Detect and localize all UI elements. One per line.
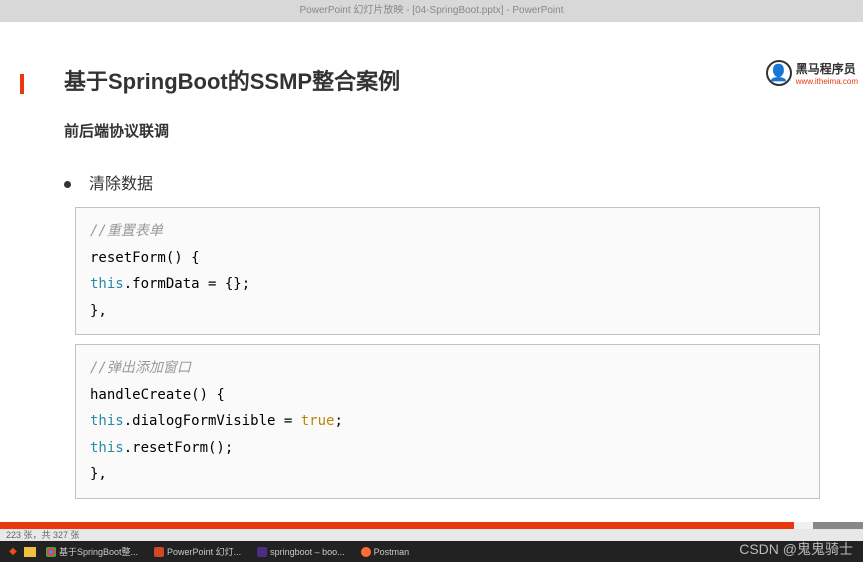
bullet-dot-icon (64, 181, 71, 188)
code-line: this.resetForm(); (90, 435, 805, 462)
scroll-track (813, 522, 863, 529)
logo-icon: 👤 (766, 60, 792, 86)
scroll-thumb[interactable] (0, 522, 794, 529)
progress-scrollbar[interactable] (0, 522, 863, 529)
statusbar: 223 张，共 327 张 (0, 529, 863, 541)
postman-icon (361, 547, 371, 557)
code-block-2: //弹出添加窗口 handleCreate() { this.dialogFor… (75, 344, 820, 499)
taskbar-item-powerpoint[interactable]: PowerPoint 幻灯... (148, 544, 247, 560)
title-accent (20, 74, 24, 94)
logo-url: www.itheima.com (796, 77, 858, 86)
code-line: this.dialogFormVisible = true; (90, 408, 805, 435)
taskbar[interactable]: ◆ 基于SpringBoot整... PowerPoint 幻灯... spri… (0, 541, 863, 562)
logo-text: 黑马程序员 (796, 60, 858, 77)
slide-subtitle: 前后端协议联调 (64, 120, 169, 141)
start-icon[interactable]: ◆ (6, 545, 20, 559)
code-block-1: //重置表单 resetForm() { this.formData = {};… (75, 207, 820, 335)
powerpoint-icon (154, 547, 164, 557)
idea-icon (257, 547, 267, 557)
code-comment: //重置表单 (90, 223, 163, 239)
code-line: }, (90, 461, 805, 488)
code-comment: //弹出添加窗口 (90, 360, 191, 376)
brand-logo: 👤 黑马程序员 www.itheima.com (766, 60, 858, 86)
window-titlebar: PowerPoint 幻灯片放映 - [04-SpringBoot.pptx] … (0, 0, 863, 22)
code-line: resetForm() { (90, 245, 805, 272)
bullet-text: 清除数据 (89, 176, 153, 193)
slide-title: 基于SpringBoot的SSMP整合案例 (64, 64, 400, 96)
code-line: this.formData = {}; (90, 271, 805, 298)
code-line: }, (90, 298, 805, 325)
csdn-watermark: CSDN @鬼鬼骑士 (739, 539, 853, 559)
chrome-icon (46, 547, 56, 557)
taskbar-item-chrome[interactable]: 基于SpringBoot整... (40, 544, 144, 560)
taskbar-item-postman[interactable]: Postman (355, 544, 416, 560)
explorer-icon[interactable] (24, 547, 36, 557)
taskbar-item-idea[interactable]: springboot – boo... (251, 544, 351, 560)
bullet-item: 清除数据 (64, 170, 153, 194)
slide-content: 基于SpringBoot的SSMP整合案例 👤 黑马程序员 www.itheim… (0, 22, 863, 512)
code-line: handleCreate() { (90, 382, 805, 409)
